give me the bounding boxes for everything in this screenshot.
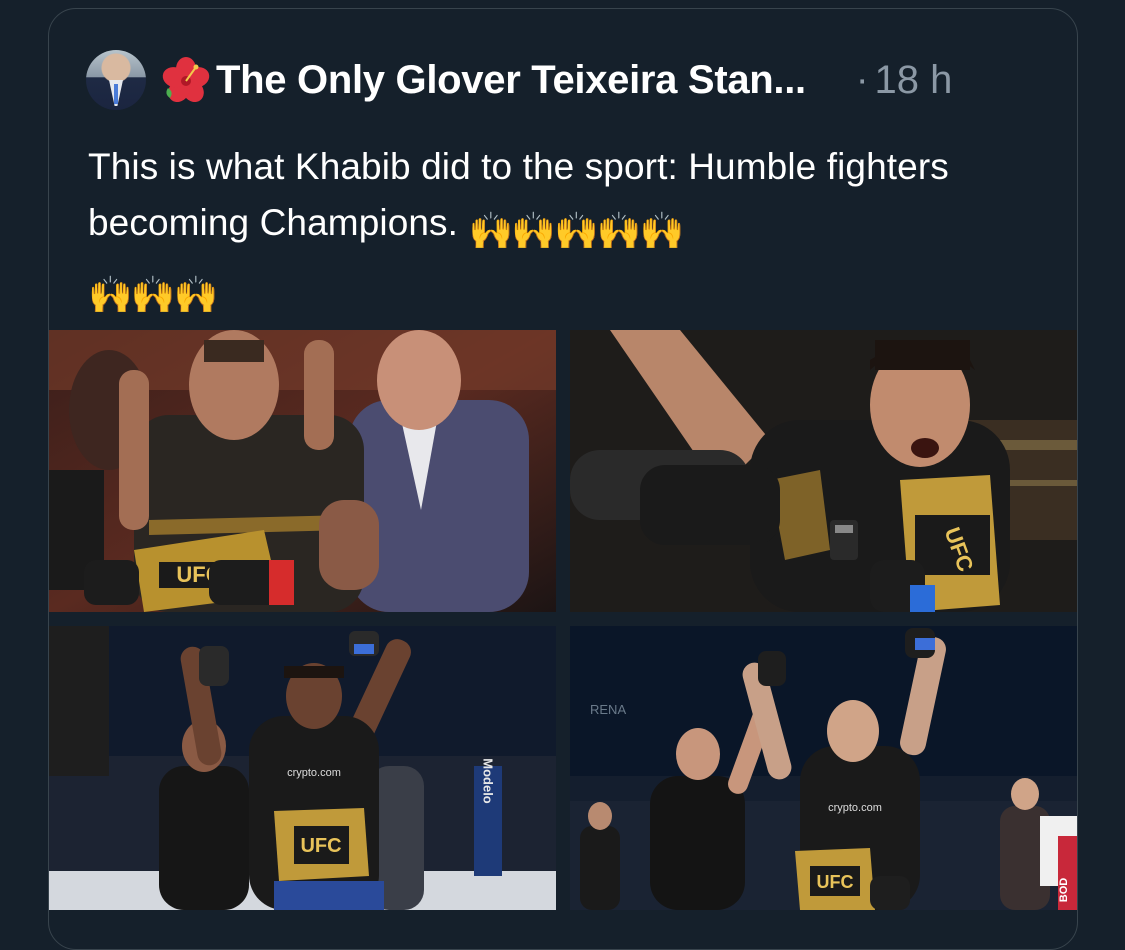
svg-text:crypto.com: crypto.com <box>287 767 341 779</box>
svg-text:RENA: RENA <box>590 702 626 717</box>
tweet-card[interactable]: The Only Glover Teixeira Stan... · 18 h … <box>48 8 1078 950</box>
svg-text:Modelo: Modelo <box>481 758 496 804</box>
raising-hands-icon: 🙌🙌🙌🙌🙌 <box>468 210 684 251</box>
separator-dot: · <box>855 58 869 101</box>
hibiscus-icon <box>162 57 210 103</box>
display-name[interactable]: The Only Glover Teixeira Stan... <box>216 58 806 103</box>
photo-4[interactable]: RENA BOD crypto.com UFC <box>570 626 1077 910</box>
photo-2[interactable]: UFC <box>570 330 1077 612</box>
svg-text:UFC: UFC <box>300 835 341 857</box>
media-grid: UFC UFC Modelo crypto.com UFC RENA BOD c… <box>49 330 1077 949</box>
tweet-text: This is what Khabib did to the sport: Hu… <box>88 139 1048 323</box>
fighter-arms-raised-image: Modelo crypto.com UFC <box>49 626 556 910</box>
avatar-tie <box>114 84 118 104</box>
svg-text:crypto.com: crypto.com <box>828 802 882 814</box>
avatar[interactable] <box>86 50 146 110</box>
fighter-hand-raised-by-referee-image: RENA BOD crypto.com UFC <box>570 626 1077 910</box>
photo-3[interactable]: Modelo crypto.com UFC <box>49 626 556 910</box>
timestamp[interactable]: 18 h <box>875 58 953 103</box>
svg-text:BOD: BOD <box>1058 878 1070 903</box>
tweet-header: The Only Glover Teixeira Stan... · 18 h <box>86 45 952 115</box>
raising-hands-icon: 🙌🙌🙌 <box>88 274 218 315</box>
fighter-shouting-with-belt-image: UFC <box>570 330 1077 612</box>
photo-1[interactable]: UFC <box>49 330 556 612</box>
svg-text:UFC: UFC <box>817 872 854 892</box>
fighter-with-belt-image: UFC <box>49 330 556 612</box>
